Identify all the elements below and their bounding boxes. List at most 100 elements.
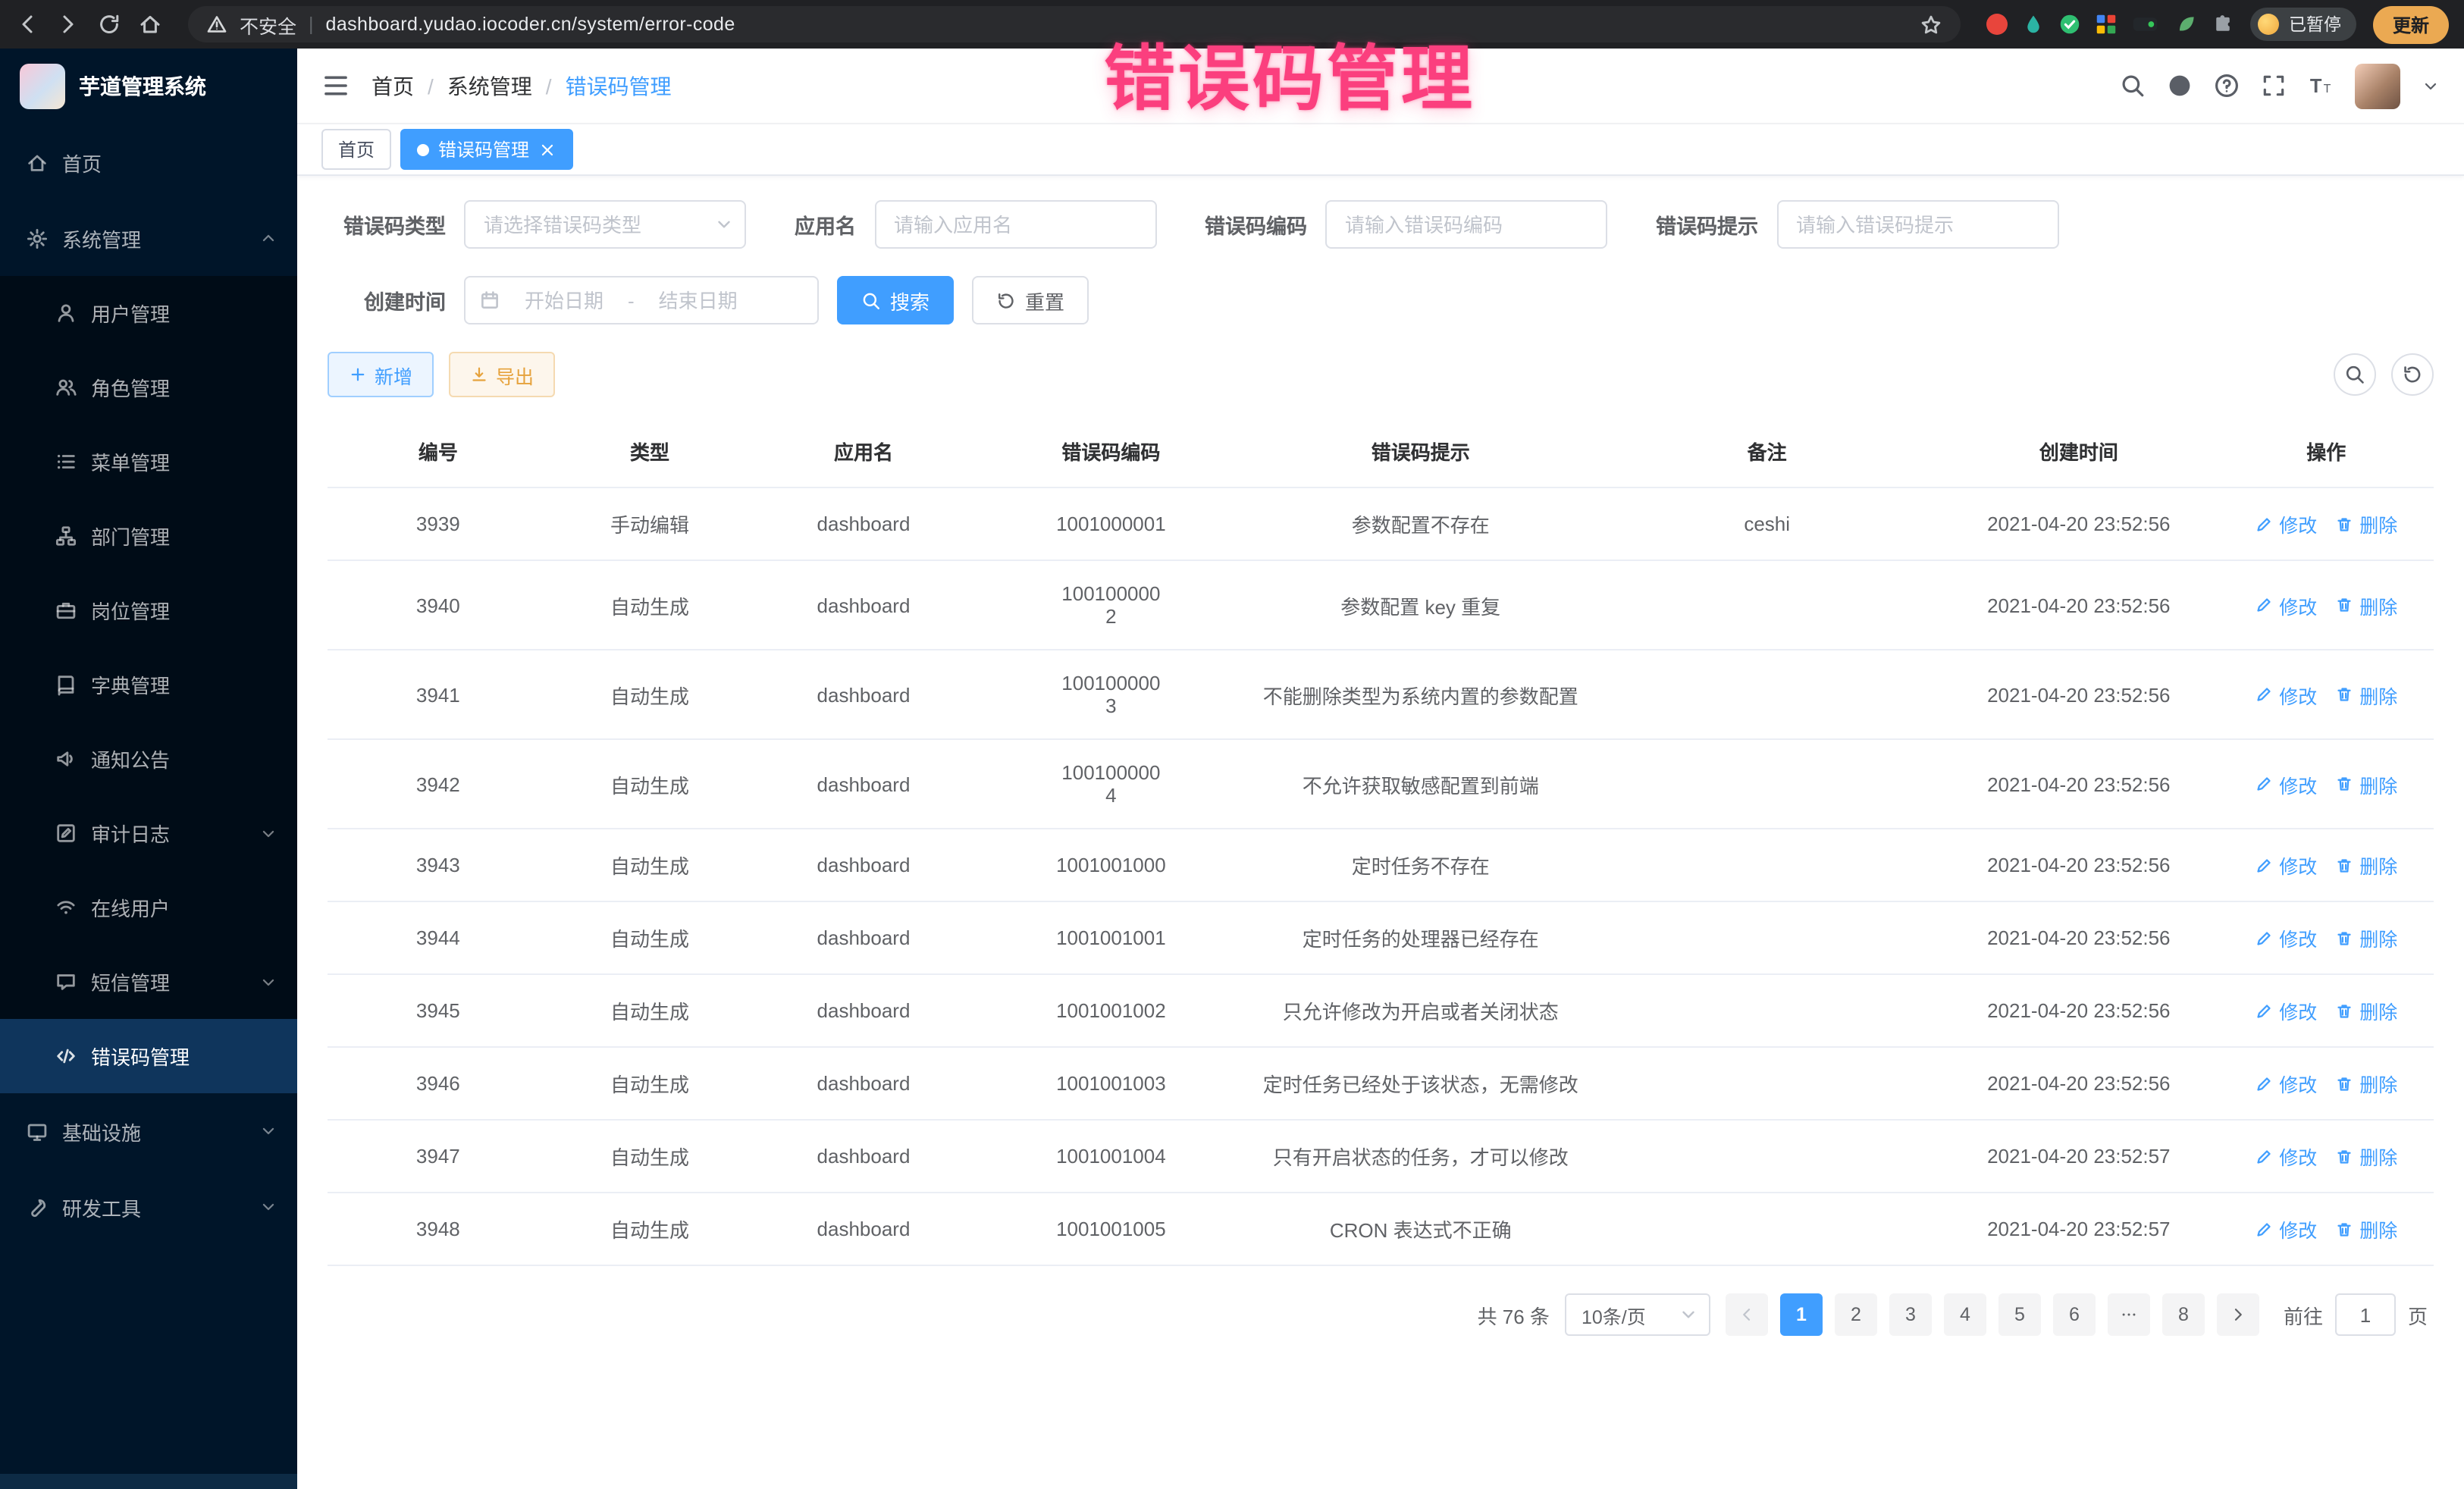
update-button[interactable]: 更新 — [2373, 5, 2449, 43]
sidebar-item-menu[interactable]: 菜单管理 — [0, 425, 297, 499]
breadcrumb-item[interactable]: 首页 — [371, 71, 414, 101]
close-icon[interactable] — [538, 140, 556, 158]
fullscreen-icon[interactable] — [2261, 73, 2287, 99]
edit-button[interactable]: 修改 — [2255, 509, 2317, 538]
refresh-table-button[interactable] — [2391, 353, 2434, 396]
goto-label: 前往 — [2284, 1300, 2323, 1329]
error-code-field[interactable] — [1325, 200, 1607, 249]
dark-pill-extension-icon[interactable] — [2133, 14, 2161, 35]
page-button-6[interactable]: 6 — [2053, 1293, 2096, 1336]
color-grid-extension-icon[interactable] — [2096, 14, 2118, 35]
edit-button[interactable]: 修改 — [2255, 1069, 2317, 1098]
app-name-field[interactable] — [874, 200, 1156, 249]
green-check-extension-icon[interactable] — [2060, 14, 2081, 35]
page-button-4[interactable]: 4 — [1944, 1293, 1986, 1336]
page-button-5[interactable]: 5 — [1998, 1293, 2041, 1336]
user-avatar[interactable] — [2355, 63, 2400, 108]
sidebar-collapse-bar[interactable] — [0, 1474, 297, 1489]
edit-button[interactable]: 修改 — [2255, 770, 2317, 798]
sidebar-item-notice[interactable]: 通知公告 — [0, 722, 297, 796]
edit-button[interactable]: 修改 — [2255, 851, 2317, 879]
avatar-caret-icon[interactable] — [2422, 77, 2440, 95]
browser-forward-icon[interactable] — [56, 12, 80, 36]
paused-badge[interactable]: 已暂停 — [2251, 8, 2356, 41]
bookmark-star-icon[interactable] — [1920, 13, 1943, 36]
puzzle-extension-icon[interactable] — [2213, 14, 2234, 35]
sidebar-item-role[interactable]: 角色管理 — [0, 350, 297, 425]
page-button-3[interactable]: 3 — [1889, 1293, 1932, 1336]
page-button-8[interactable]: 8 — [2162, 1293, 2205, 1336]
browser-back-icon[interactable] — [15, 12, 39, 36]
edit-button[interactable]: 修改 — [2255, 996, 2317, 1025]
app-logo[interactable]: 芋道管理系统 — [0, 49, 297, 124]
edit-button[interactable]: 修改 — [2255, 591, 2317, 619]
sidebar-item-user[interactable]: 用户管理 — [0, 276, 297, 350]
sidebar-item-infra[interactable]: 基础设施 — [0, 1093, 297, 1169]
page-size-select[interactable] — [1565, 1293, 1710, 1336]
error-hint-field[interactable] — [1776, 200, 2058, 249]
sidebar-item-dict[interactable]: 字典管理 — [0, 647, 297, 722]
help-icon[interactable] — [2214, 73, 2240, 99]
sidebar-item-label: 研发工具 — [62, 1193, 246, 1221]
leaf-extension-icon[interactable] — [2177, 14, 2198, 35]
font-size-icon[interactable]: TT — [2308, 73, 2334, 99]
breadcrumb-item[interactable]: 错误码管理 — [566, 71, 672, 101]
error-type-select[interactable] — [464, 200, 746, 249]
github-icon[interactable] — [2167, 73, 2193, 99]
error-type-select-input[interactable] — [464, 200, 746, 249]
breadcrumb-item[interactable]: 系统管理 — [447, 71, 532, 101]
reset-button[interactable]: 重置 — [972, 276, 1089, 324]
add-button[interactable]: 新增 — [328, 352, 434, 397]
sidebar-item-audit-log[interactable]: 审计日志 — [0, 796, 297, 870]
sidebar-item-dev-tools[interactable]: 研发工具 — [0, 1169, 297, 1245]
browser-reload-icon[interactable] — [97, 12, 121, 36]
edit-button[interactable]: 修改 — [2255, 1215, 2317, 1243]
column-header: 错误码提示 — [1246, 415, 1595, 487]
tab-home[interactable]: 首页 — [321, 129, 391, 170]
tab-error-code[interactable]: 错误码管理 — [400, 129, 573, 170]
browser-home-icon[interactable] — [138, 12, 162, 36]
sidebar-item-post[interactable]: 岗位管理 — [0, 573, 297, 647]
delete-button[interactable]: 删除 — [2335, 1142, 2397, 1171]
sidebar-item-online-user[interactable]: 在线用户 — [0, 870, 297, 945]
edit-button[interactable]: 修改 — [2255, 1142, 2317, 1171]
page-button-2[interactable]: 2 — [1835, 1293, 1877, 1336]
delete-button[interactable]: 删除 — [2335, 1215, 2397, 1243]
delete-button[interactable]: 删除 — [2335, 1069, 2397, 1098]
sidebar-item-system[interactable]: 系统管理 — [0, 200, 297, 276]
edit-button[interactable]: 修改 — [2255, 680, 2317, 709]
header-search-icon[interactable] — [2120, 73, 2146, 99]
delete-button[interactable]: 删除 — [2335, 770, 2397, 798]
sidebar-item-home[interactable]: 首页 — [0, 124, 297, 200]
address-bar[interactable]: 不安全 | dashboard.yudao.iocoder.cn/system/… — [188, 6, 1961, 42]
page-button-1[interactable]: 1 — [1780, 1293, 1823, 1336]
teal-drop-extension-icon[interactable] — [2024, 14, 2045, 35]
error-code-input[interactable] — [1325, 200, 1607, 249]
delete-button[interactable]: 删除 — [2335, 591, 2397, 619]
export-button[interactable]: 导出 — [449, 352, 555, 397]
goto-page-input[interactable] — [2335, 1293, 2396, 1336]
add-button-label: 新增 — [375, 360, 412, 389]
pencil-icon — [2255, 929, 2273, 947]
collapse-menu-icon[interactable] — [321, 71, 350, 100]
delete-button[interactable]: 删除 — [2335, 996, 2397, 1025]
create-time-range[interactable]: - — [464, 276, 819, 324]
delete-button[interactable]: 删除 — [2335, 923, 2397, 952]
sidebar-item-sms[interactable]: 短信管理 — [0, 945, 297, 1019]
error-hint-input[interactable] — [1776, 200, 2058, 249]
next-page-button[interactable] — [2217, 1293, 2259, 1336]
start-date-input[interactable] — [509, 289, 619, 312]
sidebar-item-error-code[interactable]: 错误码管理 — [0, 1019, 297, 1093]
app-name-input[interactable] — [874, 200, 1156, 249]
edit-button[interactable]: 修改 — [2255, 923, 2317, 952]
prev-page-button[interactable] — [1726, 1293, 1768, 1336]
delete-button[interactable]: 删除 — [2335, 509, 2397, 538]
delete-button[interactable]: 删除 — [2335, 851, 2397, 879]
pagination-ellipsis[interactable] — [2108, 1293, 2150, 1336]
red-extension-icon[interactable] — [1987, 14, 2008, 35]
delete-button[interactable]: 删除 — [2335, 680, 2397, 709]
sidebar-item-dept[interactable]: 部门管理 — [0, 499, 297, 573]
toggle-search-button[interactable] — [2334, 353, 2376, 396]
search-button[interactable]: 搜索 — [837, 276, 954, 324]
end-date-input[interactable] — [644, 289, 753, 312]
